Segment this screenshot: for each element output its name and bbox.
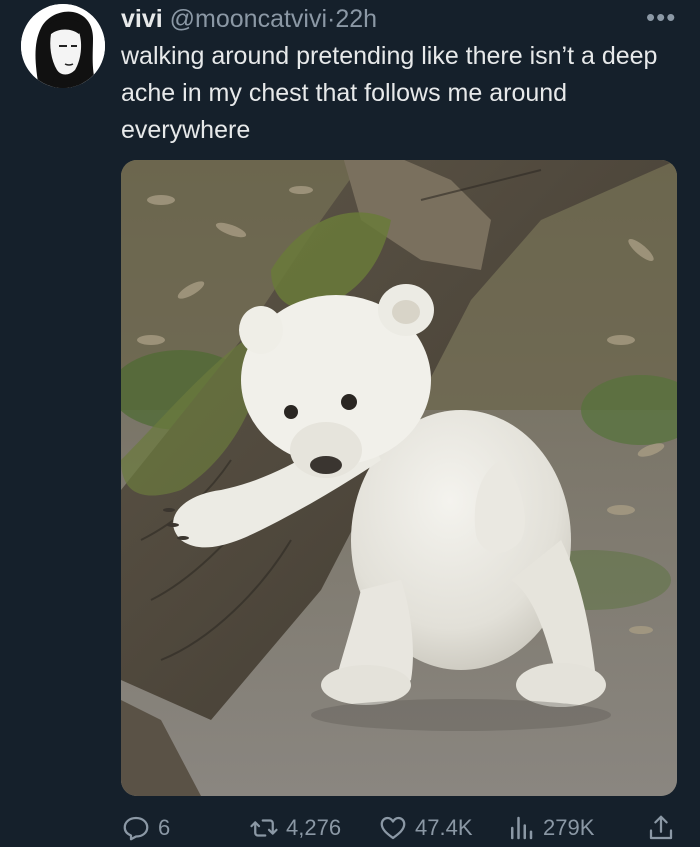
heart-icon xyxy=(380,816,406,840)
action-bar: 6 4,276 47.4K 279K xyxy=(121,811,681,845)
views-button[interactable]: 279K xyxy=(506,811,594,845)
tweet-media[interactable] xyxy=(121,160,677,796)
like-button[interactable]: 47.4K xyxy=(378,811,473,845)
views-count: 279K xyxy=(543,815,595,840)
retweet-button[interactable]: 4,276 xyxy=(249,811,341,845)
share-icon xyxy=(649,815,673,840)
polar-bear-photo xyxy=(121,160,677,796)
retweet-count: 4,276 xyxy=(286,815,342,840)
display-name[interactable]: vivi xyxy=(121,5,163,33)
reply-count: 6 xyxy=(158,815,171,840)
retweet-icon xyxy=(250,819,278,837)
reply-button[interactable]: 6 xyxy=(121,811,170,845)
tweet-text: walking around pretending like there isn… xyxy=(121,42,658,144)
avatar-illustration xyxy=(21,4,105,88)
tweet-header: vivi @mooncatvivi·22h xyxy=(121,4,377,34)
more-icon[interactable]: ••• xyxy=(646,2,676,32)
handle[interactable]: @mooncatvivi xyxy=(170,5,327,33)
timestamp[interactable]: 22h xyxy=(335,5,377,33)
reply-icon xyxy=(123,816,149,841)
share-button[interactable] xyxy=(646,811,676,845)
like-count: 47.4K xyxy=(415,815,473,840)
views-icon xyxy=(511,816,533,840)
avatar[interactable] xyxy=(21,4,105,88)
